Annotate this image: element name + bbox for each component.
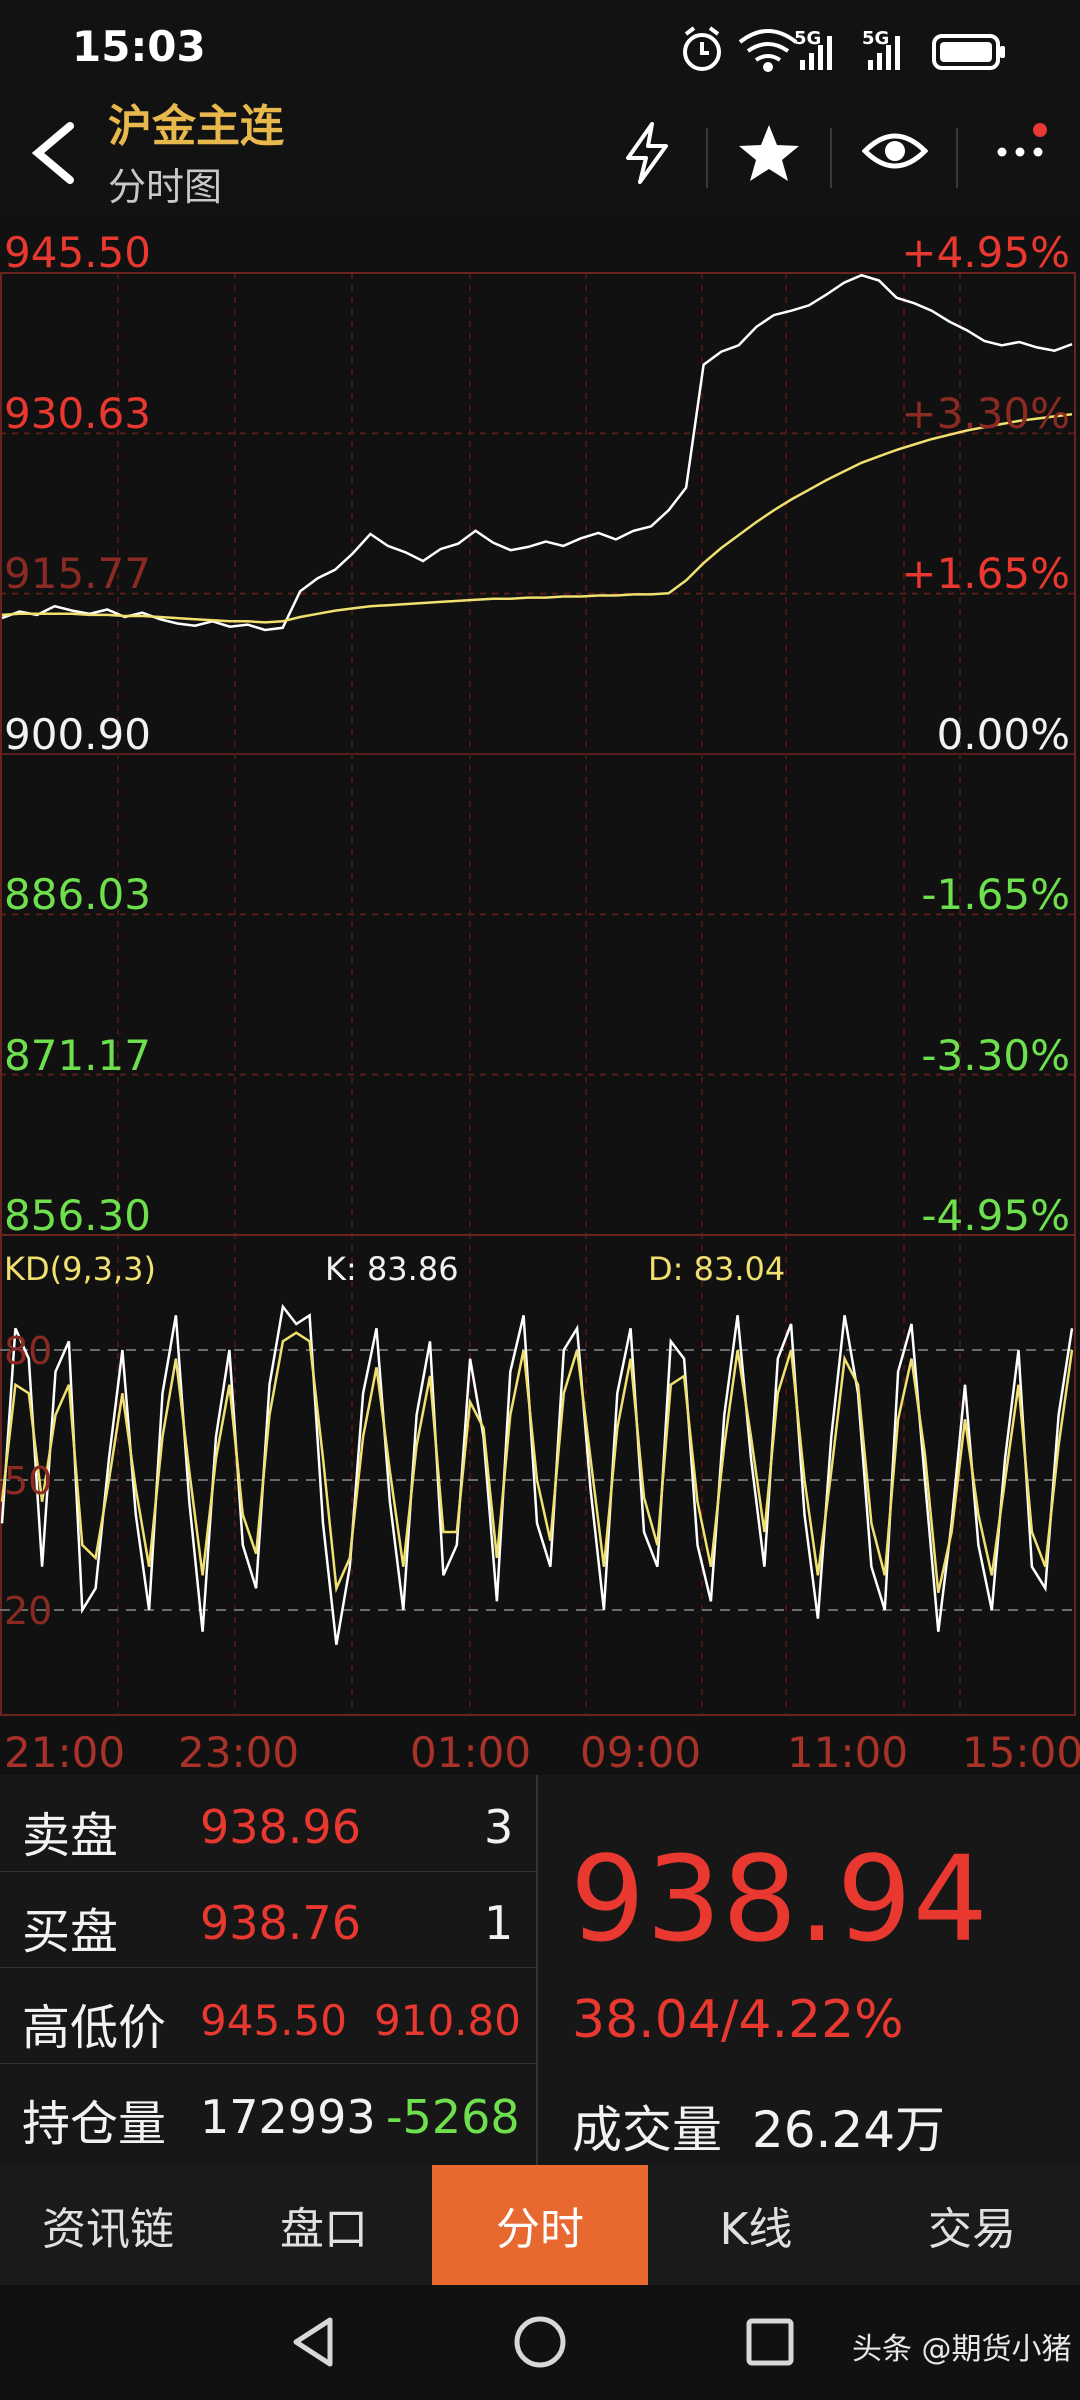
price-label-left: 915.77: [4, 549, 151, 598]
price-label-left: 900.90: [4, 710, 151, 759]
time-label: 09:00: [580, 1728, 702, 1777]
page-title: 沪金主连: [108, 101, 284, 152]
back-icon[interactable]: [22, 118, 82, 188]
price-label-left: 871.17: [4, 1031, 151, 1080]
header-divider: [706, 128, 708, 188]
low-price: 910.80: [374, 1996, 521, 2045]
open-interest-value: 172993: [200, 2090, 376, 2144]
price-label-left: 856.30: [4, 1191, 151, 1240]
nav-recents-icon[interactable]: [740, 2312, 800, 2372]
sell-price: 938.96: [200, 1800, 361, 1854]
kd-k-value: K: 83.86: [325, 1250, 459, 1288]
more-icon[interactable]: [990, 118, 1060, 178]
net2-label: 5G: [862, 28, 889, 49]
time-label: 23:00: [178, 1728, 300, 1777]
kd-level-label: 80: [4, 1329, 53, 1373]
notification-dot: [1033, 123, 1047, 137]
high-low-label: 高低价: [22, 2000, 167, 2056]
price-change: 38.04/4.22%: [572, 1990, 904, 2050]
pct-label-right: +1.65%: [901, 549, 1070, 598]
kd-d-value: D: 83.04: [648, 1250, 786, 1288]
open-interest-change: -5268: [386, 2090, 520, 2144]
open-interest-label: 持仓量: [22, 2096, 167, 2152]
sell-qty: 3: [484, 1800, 514, 1854]
time-label: 21:00: [4, 1728, 126, 1777]
pct-label-right: -4.95%: [921, 1191, 1070, 1240]
pct-label-right: 0.00%: [936, 710, 1070, 759]
pct-label-right: +4.95%: [901, 228, 1070, 277]
tab-order-book[interactable]: 盘口: [216, 2165, 432, 2285]
lightning-icon[interactable]: [618, 120, 674, 186]
status-time: 15:03: [72, 22, 206, 71]
intraday-chart[interactable]: [0, 215, 1080, 1775]
eye-icon[interactable]: [862, 126, 928, 176]
header-divider: [956, 128, 958, 188]
kd-level-label: 20: [4, 1589, 53, 1633]
chart-grid: [0, 272, 1076, 1716]
last-price: 938.94: [570, 1830, 989, 1968]
high-price: 945.50: [200, 1996, 347, 2045]
header-divider: [830, 128, 832, 188]
tab-trade[interactable]: 交易: [864, 2165, 1080, 2285]
kd-indicator-label[interactable]: KD(9,3,3): [4, 1250, 156, 1288]
price-label-left: 945.50: [4, 228, 151, 277]
pct-label-right: -1.65%: [921, 870, 1070, 919]
price-label-left: 930.63: [4, 389, 151, 438]
kd-line-d: [0, 1331, 1074, 1594]
pct-label-right: -3.30%: [921, 1031, 1070, 1080]
alarm-icon: [683, 26, 721, 71]
watermark-credit: 头条 @期货小猪: [852, 2332, 1072, 2367]
kd-panel-frame: [0, 1234, 1076, 1716]
buy-price: 938.76: [200, 1896, 361, 1950]
page-subtitle: 分时图: [108, 165, 223, 209]
status-icons: 5G 5G: [683, 26, 1005, 72]
buy-label: 买盘: [22, 1904, 119, 1960]
tab-intraday[interactable]: 分时: [432, 2165, 648, 2285]
time-label: 11:00: [787, 1728, 909, 1777]
volume-value: 26.24万: [751, 2101, 946, 2159]
time-label: 01:00: [410, 1728, 532, 1777]
nav-home-icon[interactable]: [510, 2312, 570, 2372]
volume-label: 成交量: [572, 2101, 722, 2159]
time-label: 15:00: [962, 1728, 1080, 1777]
tab-kline[interactable]: K线: [648, 2165, 864, 2285]
price-label-left: 886.03: [4, 870, 151, 919]
star-icon[interactable]: [736, 122, 802, 184]
net1-label: 5G: [794, 28, 821, 49]
kd-level-label: 50: [4, 1459, 53, 1503]
quote-divider: [536, 1775, 538, 2165]
tab-news-chain[interactable]: 资讯链: [0, 2165, 216, 2285]
wifi-icon: [738, 29, 798, 72]
buy-qty: 1: [484, 1896, 514, 1950]
volume: 成交量 26.24万: [572, 2090, 945, 2162]
kd-lines: [0, 1303, 1074, 1645]
pct-label-right: +3.30%: [901, 389, 1070, 438]
nav-back-icon[interactable]: [284, 2312, 344, 2372]
battery-icon: [932, 34, 1005, 70]
sell-label: 卖盘: [22, 1808, 119, 1864]
